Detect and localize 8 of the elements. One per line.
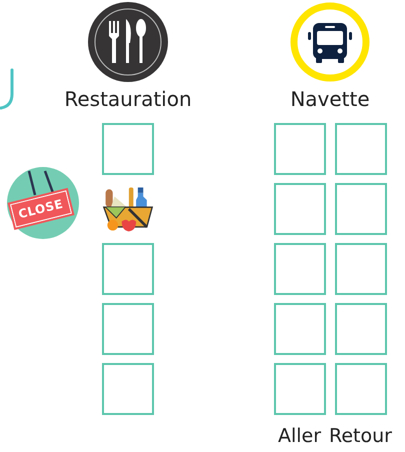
- bus-icon: [289, 1, 371, 83]
- section-title: Restauration: [64, 87, 192, 111]
- column-label: Aller: [278, 425, 322, 447]
- column-label: Retour: [329, 425, 392, 447]
- curved-line: [0, 68, 16, 110]
- cutlery-icon: [87, 1, 169, 83]
- close-sign: CLOSE: [10, 190, 72, 228]
- section-title: Navette: [290, 87, 370, 111]
